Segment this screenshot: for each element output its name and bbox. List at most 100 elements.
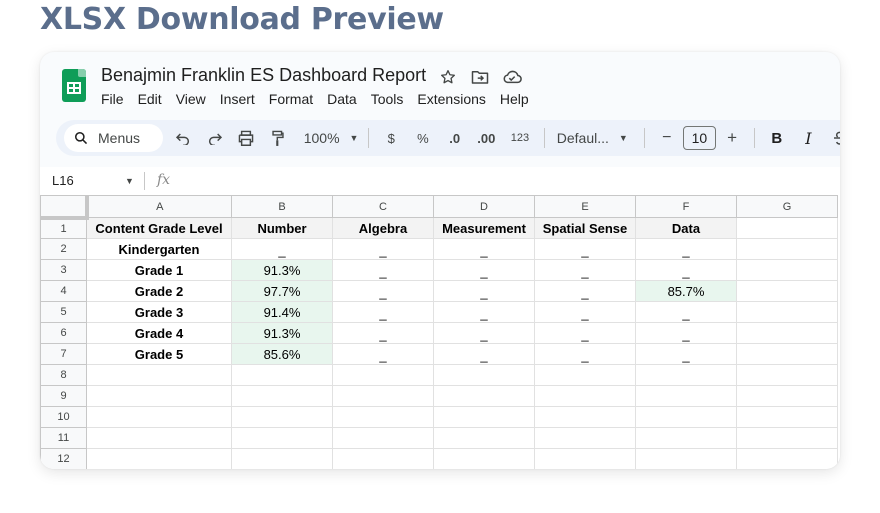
cell[interactable]: _	[433, 301, 535, 323]
cloud-status-icon[interactable]	[501, 66, 523, 88]
menu-data[interactable]: Data	[327, 91, 357, 107]
cell[interactable]: 91.4%	[231, 301, 333, 323]
row-header[interactable]: 10	[40, 406, 87, 428]
row-header[interactable]: 8	[40, 364, 87, 386]
cell[interactable]	[635, 385, 737, 407]
cell[interactable]: _	[635, 343, 737, 365]
currency-format-button[interactable]: $	[375, 124, 407, 152]
star-icon[interactable]	[437, 66, 459, 88]
name-box[interactable]: L16	[52, 173, 74, 188]
redo-icon[interactable]	[199, 124, 231, 152]
cell[interactable]: _	[332, 238, 434, 260]
cell[interactable]: _	[433, 280, 535, 302]
column-header-d[interactable]: D	[433, 195, 535, 218]
cell[interactable]	[736, 448, 838, 469]
cell[interactable]	[231, 406, 333, 428]
cell[interactable]	[433, 406, 535, 428]
cell[interactable]: _	[635, 322, 737, 344]
row-header[interactable]: 11	[40, 427, 87, 449]
cell[interactable]	[332, 448, 434, 469]
cell[interactable]: _	[433, 238, 535, 260]
cell[interactable]: 91.3%	[231, 259, 333, 281]
cell[interactable]: _	[433, 259, 535, 281]
cell[interactable]: 85.6%	[231, 343, 333, 365]
print-icon[interactable]	[230, 124, 262, 152]
header-cell[interactable]: Algebra	[332, 217, 434, 239]
cell[interactable]: _	[332, 280, 434, 302]
cell[interactable]: _	[534, 259, 636, 281]
cell[interactable]	[635, 427, 737, 449]
cell[interactable]	[736, 364, 838, 386]
decrease-font-size-button[interactable]: −	[651, 124, 683, 152]
increase-font-size-button[interactable]: +	[716, 124, 748, 152]
cell[interactable]: Grade 3	[86, 301, 232, 323]
cell[interactable]	[433, 364, 535, 386]
cell[interactable]: Grade 2	[86, 280, 232, 302]
increase-decimal-button[interactable]: .00	[470, 124, 502, 152]
cell[interactable]: _	[534, 280, 636, 302]
cell[interactable]	[736, 406, 838, 428]
menus-search-button[interactable]: Menus	[64, 124, 164, 152]
cell[interactable]	[86, 406, 232, 428]
cell[interactable]: 91.3%	[231, 322, 333, 344]
row-header[interactable]: 2	[40, 238, 87, 260]
header-cell[interactable]: Number	[231, 217, 333, 239]
cell[interactable]: _	[635, 259, 737, 281]
zoom-select[interactable]: 100% ▼	[294, 124, 363, 152]
cell[interactable]	[736, 322, 838, 344]
cell[interactable]	[534, 427, 636, 449]
cell[interactable]	[736, 343, 838, 365]
row-header[interactable]: 5	[40, 301, 87, 323]
cell[interactable]: _	[332, 322, 434, 344]
cell[interactable]: _	[433, 322, 535, 344]
cell[interactable]	[332, 385, 434, 407]
row-header[interactable]: 12	[40, 448, 87, 469]
cell[interactable]: _	[433, 343, 535, 365]
menu-insert[interactable]: Insert	[220, 91, 255, 107]
row-header[interactable]: 6	[40, 322, 87, 344]
cell[interactable]: _	[534, 343, 636, 365]
cell[interactable]	[534, 448, 636, 469]
font-select[interactable]: Defaul... ▼	[551, 124, 638, 152]
cell[interactable]	[86, 385, 232, 407]
cell[interactable]: _	[534, 238, 636, 260]
cell[interactable]	[635, 406, 737, 428]
cell[interactable]: _	[534, 322, 636, 344]
bold-button[interactable]: B	[761, 124, 793, 152]
cell[interactable]	[86, 448, 232, 469]
menu-extensions[interactable]: Extensions	[417, 91, 485, 107]
cell[interactable]	[231, 427, 333, 449]
cell[interactable]: 85.7%	[635, 280, 737, 302]
cell[interactable]: Grade 4	[86, 322, 232, 344]
cell[interactable]	[86, 427, 232, 449]
column-header-e[interactable]: E	[534, 195, 636, 218]
row-header[interactable]: 1	[40, 217, 87, 239]
cell[interactable]	[332, 364, 434, 386]
cell[interactable]	[736, 280, 838, 302]
cell[interactable]	[736, 301, 838, 323]
menu-tools[interactable]: Tools	[371, 91, 404, 107]
column-header-c[interactable]: C	[332, 195, 434, 218]
move-folder-icon[interactable]	[469, 66, 491, 88]
decrease-decimal-button[interactable]: .0	[439, 124, 471, 152]
header-cell[interactable]: Measurement	[433, 217, 535, 239]
cell[interactable]	[736, 385, 838, 407]
cell[interactable]	[433, 427, 535, 449]
cell[interactable]: _	[332, 301, 434, 323]
font-size-input[interactable]: 10	[682, 126, 717, 150]
cell[interactable]	[534, 364, 636, 386]
cell[interactable]: _	[534, 301, 636, 323]
menu-format[interactable]: Format	[269, 91, 313, 107]
row-header[interactable]: 4	[40, 280, 87, 302]
cell[interactable]	[534, 406, 636, 428]
cell[interactable]	[433, 385, 535, 407]
header-cell[interactable]: Spatial Sense	[534, 217, 636, 239]
row-header[interactable]: 7	[40, 343, 87, 365]
paint-format-icon[interactable]	[262, 124, 294, 152]
cell[interactable]	[231, 385, 333, 407]
row-header[interactable]: 9	[40, 385, 87, 407]
cell[interactable]	[534, 385, 636, 407]
cell[interactable]	[433, 448, 535, 469]
cell[interactable]	[736, 259, 838, 281]
italic-button[interactable]: I	[793, 124, 825, 152]
